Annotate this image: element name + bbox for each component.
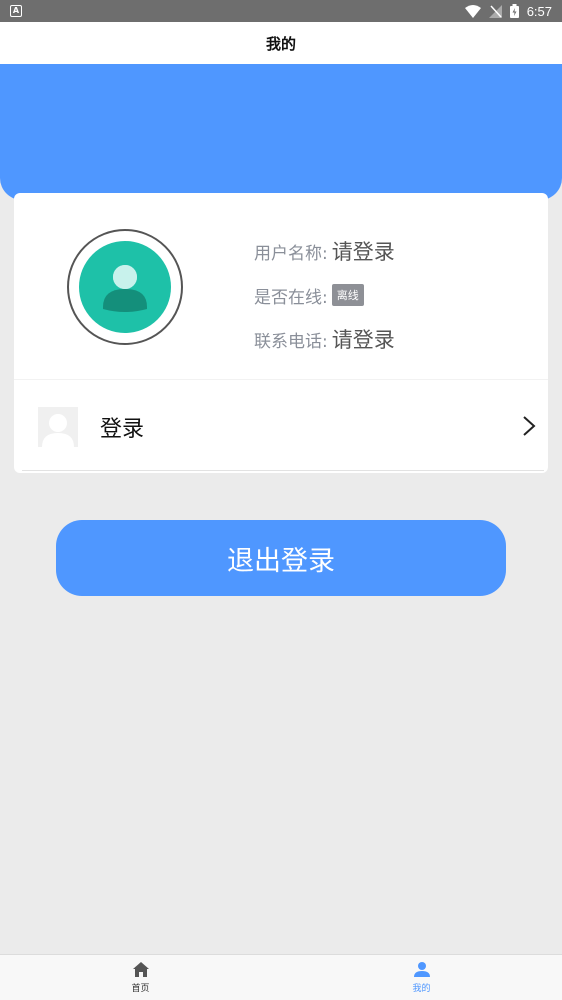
status-time: 6:57 (526, 3, 552, 19)
login-list-item[interactable]: 登录 (14, 379, 548, 473)
login-label: 登录 (100, 416, 145, 442)
profile-info: 用户名称: 请登录 是否在线: 离线 联系电话: 请登录 (254, 229, 395, 361)
home-icon (132, 962, 149, 977)
status-left: A (10, 5, 22, 17)
person-icon (413, 962, 430, 977)
nav-label-home: 首页 (131, 984, 150, 994)
divider (22, 470, 544, 471)
profile-card: 用户名称: 请登录 是否在线: 离线 联系电话: 请登录 登录 (14, 193, 548, 473)
title-bar: 我的 (0, 22, 562, 64)
no-signal-icon (488, 4, 502, 18)
status-badge: 离线 (331, 284, 364, 306)
bottom-nav: 首页 我的 (0, 954, 562, 1000)
username-label: 用户名称: (254, 243, 328, 264)
phone-label: 联系电话: (254, 331, 328, 352)
username-row: 用户名称: 请登录 (254, 229, 395, 273)
status-bar: A 6:57 (0, 0, 562, 22)
nav-item-mine[interactable]: 我的 (281, 955, 562, 1000)
online-label: 是否在线: (254, 287, 328, 308)
notification-a-icon: A (10, 5, 22, 17)
online-row: 是否在线: 离线 (254, 273, 395, 317)
wifi-icon (464, 4, 481, 18)
login-avatar-placeholder-icon (38, 406, 78, 447)
username-value: 请登录 (331, 240, 395, 264)
nav-item-home[interactable]: 首页 (0, 955, 281, 1000)
header-banner (0, 64, 562, 200)
user-avatar-icon (79, 241, 171, 333)
battery-charging-icon (509, 4, 519, 18)
nav-label-mine: 我的 (412, 984, 431, 994)
phone-row: 联系电话: 请登录 (254, 317, 395, 361)
page-title: 我的 (265, 34, 296, 53)
phone-value: 请登录 (331, 328, 395, 352)
chevron-right-icon (523, 416, 536, 436)
logout-button[interactable]: 退出登录 (56, 520, 506, 596)
avatar[interactable] (67, 229, 183, 345)
status-right: 6:57 (464, 3, 552, 19)
